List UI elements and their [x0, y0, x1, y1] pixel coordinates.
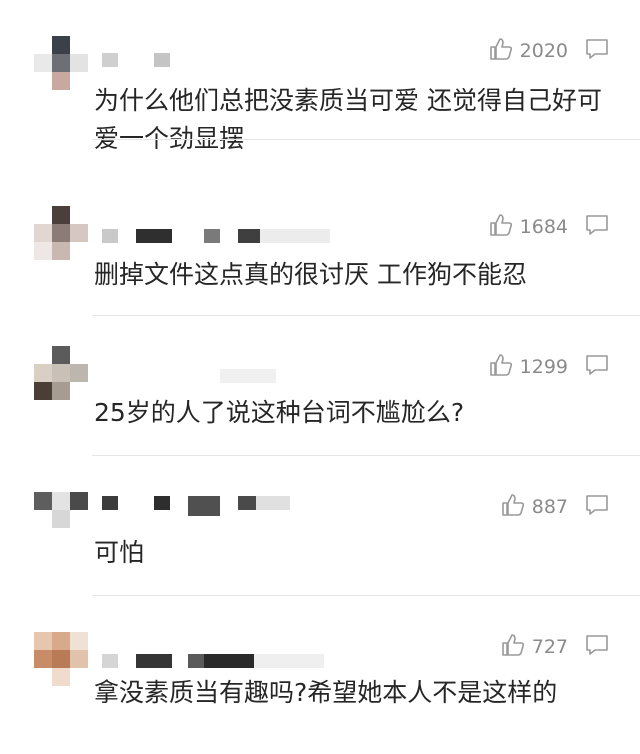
comment-actions: 1299 — [488, 352, 610, 382]
comment-text: 为什么他们总把没素质当可爱 还觉得自己好可爱一个劲显摆 — [94, 86, 602, 153]
thumbs-up-icon[interactable] — [488, 212, 514, 242]
like-count: 1299 — [519, 356, 568, 378]
comment-item: 1299 25岁的人了说这种台词不尴尬么? — [0, 316, 640, 456]
comment-item: 2020 为什么他们总把没素质当可爱 还觉得自己好可爱一个劲显摆 — [0, 0, 640, 153]
comment-item: 1684 删掉文件这点真的很讨厌 工作狗不能忍 — [0, 176, 640, 316]
avatar[interactable] — [34, 206, 88, 260]
like-count: 887 — [531, 496, 568, 518]
comment-text: 删掉文件这点真的很讨厌 工作狗不能忍 — [94, 260, 527, 289]
comment-actions: 887 — [500, 492, 610, 522]
avatar[interactable] — [34, 492, 88, 546]
thumbs-up-icon[interactable] — [488, 36, 514, 66]
avatar[interactable] — [34, 346, 88, 400]
username[interactable] — [102, 53, 182, 67]
username[interactable] — [102, 496, 292, 516]
comment-item: 887 可怕 — [0, 456, 640, 596]
comment-text: 25岁的人了说这种台词不尴尬么? — [94, 398, 465, 427]
like-count: 2020 — [519, 40, 568, 62]
like-count: 1684 — [519, 216, 568, 238]
username[interactable] — [102, 229, 342, 243]
comment-bubble-icon[interactable] — [584, 633, 610, 661]
avatar[interactable] — [34, 36, 88, 90]
thumbs-up-icon[interactable] — [488, 352, 514, 382]
divider — [92, 139, 640, 140]
comment-bubble-icon[interactable] — [584, 213, 610, 241]
username[interactable] — [102, 654, 332, 668]
comment-text: 拿没素质当有趣吗?希望她本人不是这样的 — [94, 678, 558, 707]
comment-actions: 1684 — [488, 212, 610, 242]
comment-actions: 2020 — [488, 36, 610, 66]
comment-bubble-icon[interactable] — [584, 37, 610, 65]
comment-item: 727 拿没素质当有趣吗?希望她本人不是这样的 — [0, 596, 640, 754]
comment-text: 可怕 — [94, 538, 145, 567]
thumbs-up-icon[interactable] — [500, 492, 526, 522]
username[interactable] — [220, 369, 280, 383]
comment-bubble-icon[interactable] — [584, 353, 610, 381]
thumbs-up-icon[interactable] — [500, 632, 526, 662]
like-count: 727 — [531, 636, 568, 658]
comment-bubble-icon[interactable] — [584, 493, 610, 521]
comment-actions: 727 — [500, 632, 610, 662]
avatar[interactable] — [34, 632, 88, 686]
